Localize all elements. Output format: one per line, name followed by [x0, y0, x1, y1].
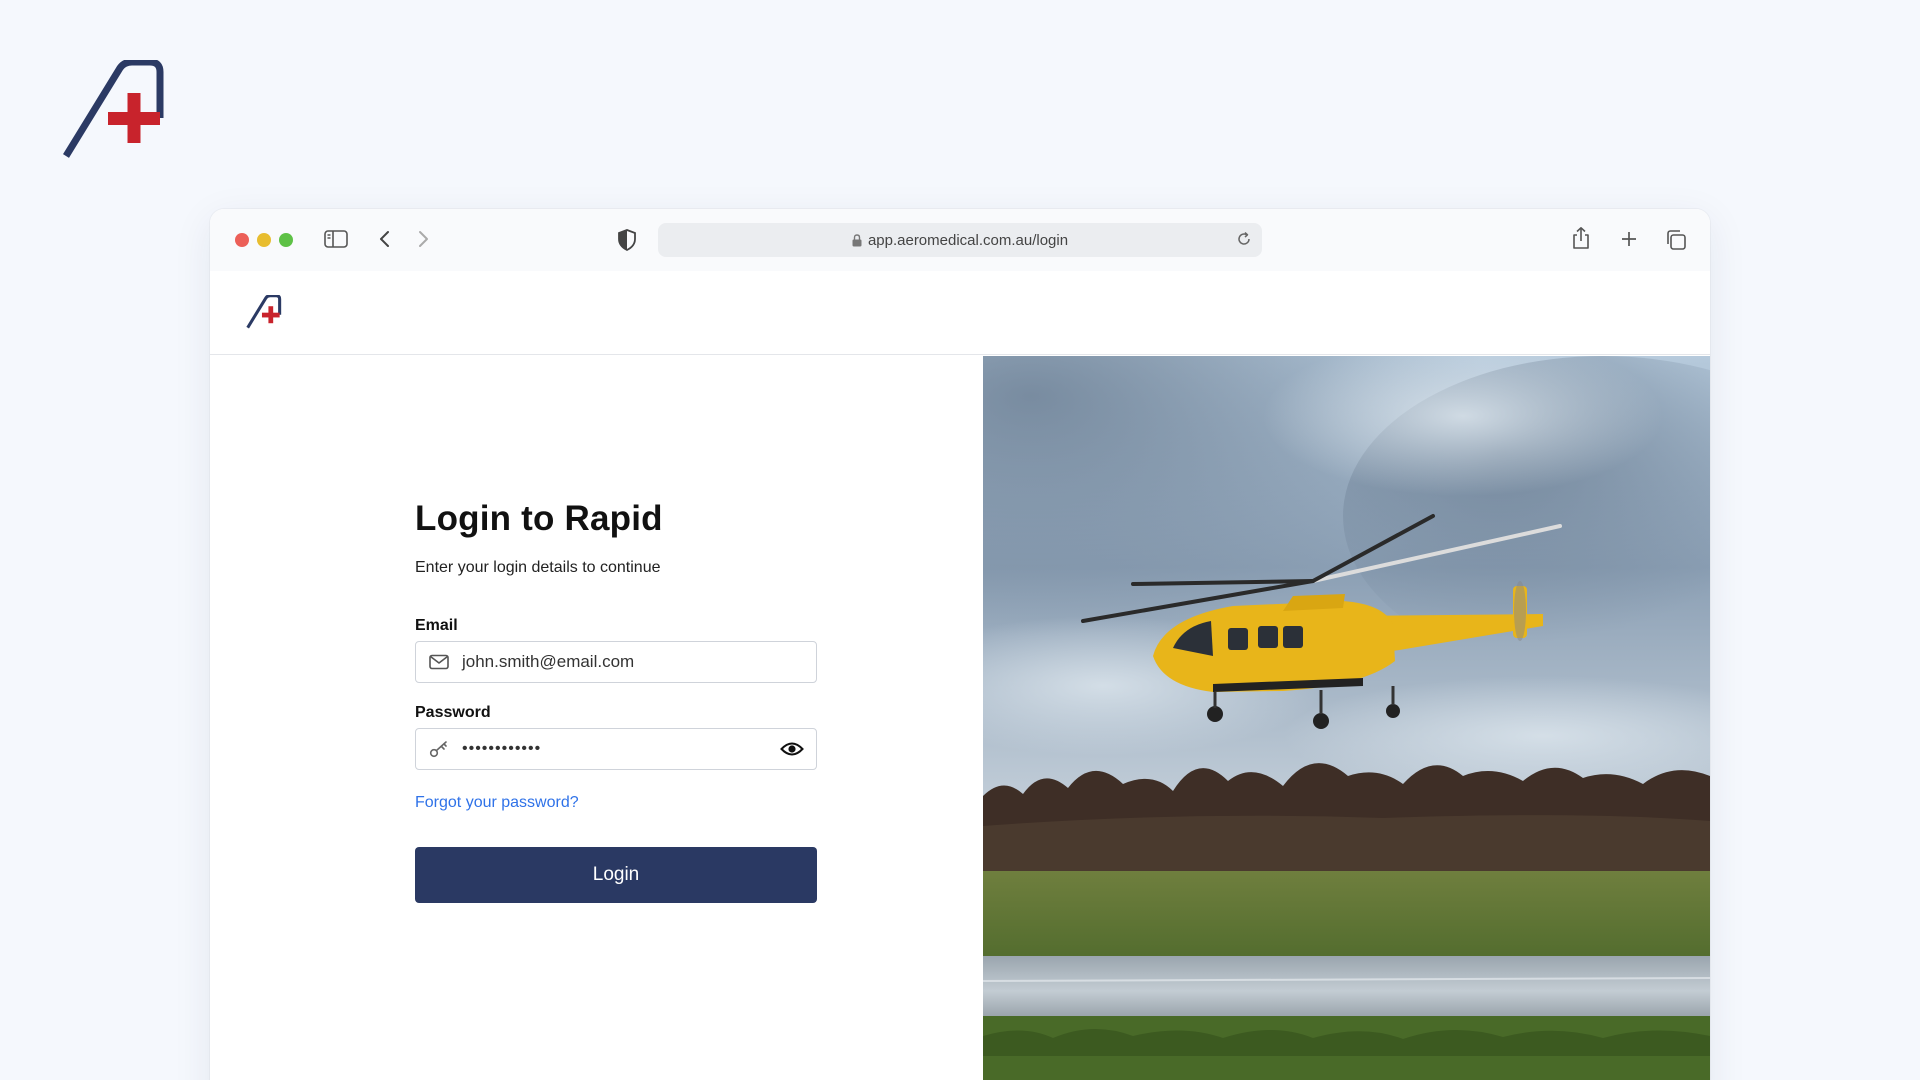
reload-icon[interactable]: [1236, 231, 1252, 251]
minimize-window-button[interactable]: [257, 233, 271, 247]
helicopter-photo: [983, 356, 1710, 1080]
forward-icon[interactable]: [416, 229, 430, 249]
email-field[interactable]: john.smith@email.com: [415, 641, 817, 683]
login-panel: Login to Rapid Enter your login details …: [210, 356, 983, 1080]
maximize-window-button[interactable]: [279, 233, 293, 247]
password-label: Password: [415, 704, 491, 721]
app-header: [210, 271, 1710, 355]
browser-window: app.aeromedical.com.au/login Login to Ra…: [210, 209, 1710, 1080]
hero-image: [983, 356, 1710, 1080]
forgot-password-link[interactable]: Forgot your password?: [415, 794, 579, 812]
tab-overview-icon[interactable]: [1665, 229, 1687, 251]
share-icon[interactable]: [1571, 226, 1591, 250]
email-label: Email: [415, 617, 458, 634]
privacy-shield-icon[interactable]: [618, 229, 636, 251]
password-value: ••••••••••••: [462, 740, 542, 757]
aeromedical-logo[interactable]: [246, 295, 282, 329]
password-field[interactable]: ••••••••••••: [415, 728, 817, 770]
page-subtitle: Enter your login details to continue: [415, 559, 661, 576]
lock-icon: [852, 233, 862, 247]
address-bar[interactable]: app.aeromedical.com.au/login: [658, 223, 1262, 257]
key-icon: [416, 740, 462, 758]
new-tab-icon[interactable]: [1620, 230, 1638, 248]
sidebar-toggle-icon[interactable]: [324, 229, 348, 249]
address-url: app.aeromedical.com.au/login: [867, 231, 1069, 249]
email-value: john.smith@email.com: [462, 652, 635, 671]
mail-icon: [416, 654, 462, 670]
eye-icon[interactable]: [780, 739, 804, 759]
back-icon[interactable]: [378, 229, 392, 249]
page-title: Login to Rapid: [415, 499, 663, 538]
close-window-button[interactable]: [235, 233, 249, 247]
login-button[interactable]: Login: [415, 847, 817, 903]
browser-toolbar: app.aeromedical.com.au/login: [210, 209, 1710, 271]
aeromedical-logo: [63, 60, 164, 158]
